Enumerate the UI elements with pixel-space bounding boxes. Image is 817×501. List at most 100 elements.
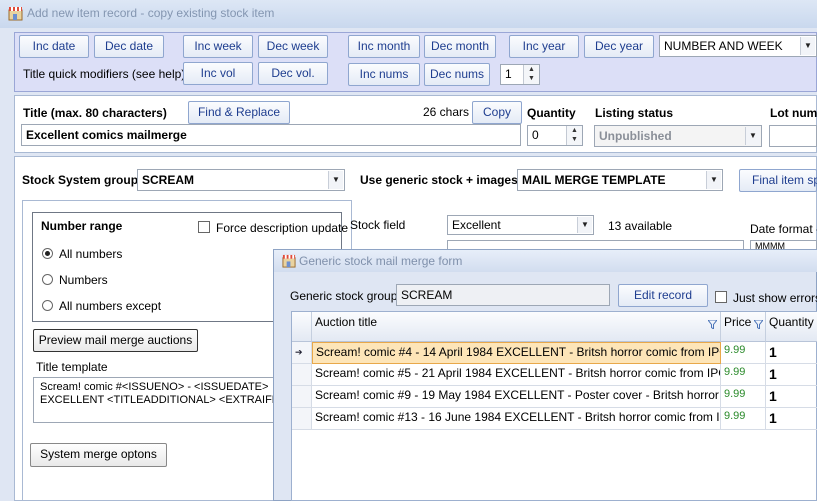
quantity-header-label: Quantity t [769, 315, 817, 329]
title-label: Title (max. 80 characters) [23, 106, 167, 120]
inc-year-button[interactable]: Inc year [509, 35, 579, 58]
just-show-errors-checkbox[interactable] [715, 291, 727, 303]
listing-status-label: Listing status [595, 106, 674, 120]
lot-number-input[interactable] [769, 125, 817, 147]
table-row-qty[interactable]: 1 [766, 408, 817, 430]
lot-number-label: Lot numb [770, 106, 817, 120]
generic-stock-label: Use generic stock + images [360, 173, 518, 187]
inc-date-button[interactable]: Inc date [19, 35, 89, 58]
filter-icon[interactable] [754, 320, 763, 329]
window-titlebar: Add new item record - copy existing stoc… [0, 0, 817, 28]
numbers-radio[interactable] [42, 274, 53, 285]
edit-record-button[interactable]: Edit record [618, 284, 708, 307]
spinner-arrows-icon[interactable]: ▲ ▼ [566, 126, 582, 145]
spinner-arrows-icon[interactable]: ▲ ▼ [523, 65, 539, 84]
generic-stock-value: MAIL MERGE TEMPLATE [522, 173, 666, 187]
chevron-down-icon: ▼ [745, 127, 760, 145]
dec-week-button[interactable]: Dec week [258, 35, 328, 58]
title-input[interactable]: Excellent comics mailmerge [21, 124, 521, 146]
table-row-qty[interactable]: 1 [766, 342, 817, 364]
table-row-price[interactable]: 9.99 [721, 408, 766, 430]
table-row-title[interactable]: Scream! comic #5 - 21 April 1984 EXCELLE… [312, 364, 721, 386]
inc-week-button[interactable]: Inc week [183, 35, 253, 58]
copy-button[interactable]: Copy [472, 101, 522, 124]
table-row-title[interactable]: Scream! comic #9 - 19 May 1984 EXCELLENT… [312, 386, 721, 408]
stock-field-value: Excellent [452, 218, 501, 232]
all-numbers-label: All numbers [59, 247, 123, 261]
row-indicator-header [292, 312, 312, 342]
generic-stock-select[interactable]: MAIL MERGE TEMPLATE ▼ [517, 169, 723, 191]
listing-status-value: Unpublished [599, 129, 672, 143]
quantity-value: 0 [532, 128, 539, 142]
preview-mail-merge-button[interactable]: Preview mail merge auctions [33, 329, 198, 352]
row-indicator[interactable] [292, 408, 312, 430]
quantity-spinner[interactable]: 0 ▲ ▼ [527, 125, 583, 146]
quick-modifiers-label: Title quick modifiers (see help) [23, 67, 186, 81]
table-row-price[interactable]: 9.99 [721, 342, 766, 364]
row-indicator[interactable] [292, 386, 312, 408]
chevron-down-icon: ▼ [577, 217, 592, 233]
title-format-value: NUMBER AND WEEK [664, 39, 783, 53]
price-header-label: Price [724, 315, 752, 329]
app-icon [282, 254, 296, 268]
available-count: 13 available [608, 219, 673, 233]
table-row-title[interactable]: Scream! comic #4 - 14 April 1984 EXCELLE… [312, 342, 721, 364]
row-indicator[interactable] [292, 364, 312, 386]
stock-group-value: SCREAM [142, 173, 195, 187]
table-row-title[interactable]: Scream! comic #13 - 16 June 1984 EXCELLE… [312, 408, 721, 430]
auction-title-header[interactable]: Auction title [312, 312, 721, 342]
char-count: 26 chars [423, 105, 470, 119]
stock-field-label: Stock field [350, 218, 406, 232]
numbers-label: Numbers [59, 273, 108, 287]
dec-vol-button[interactable]: Dec vol. [258, 62, 328, 85]
dialog-title: Generic stock mail merge form [299, 254, 463, 268]
step-spinner[interactable]: 1 ▲ ▼ [500, 64, 540, 85]
dec-date-button[interactable]: Dec date [94, 35, 164, 58]
stock-field-select[interactable]: Excellent ▼ [447, 215, 594, 235]
date-format-label: Date format - [750, 222, 817, 236]
quantity-label: Quantity [527, 106, 576, 120]
force-update-checkbox[interactable] [198, 221, 210, 233]
chevron-down-icon: ▼ [706, 171, 721, 189]
inc-month-button[interactable]: Inc month [348, 35, 420, 58]
price-header[interactable]: Price [721, 312, 766, 342]
just-show-errors-label: Just show errors [733, 291, 817, 305]
title-template-textarea[interactable]: Scream! comic #<ISSUENO> - <ISSUEDATE> E… [33, 377, 278, 423]
title-format-select[interactable]: NUMBER AND WEEK ▼ [659, 35, 817, 57]
template-line-2: EXCELLENT <TITLEADDITIONAL> <EXTRAIFRO [40, 394, 278, 406]
chevron-down-icon: ▼ [328, 171, 343, 189]
final-item-spec-button[interactable]: Final item sp [739, 169, 817, 192]
inc-nums-button[interactable]: Inc nums [348, 63, 420, 86]
dialog-titlebar: Generic stock mail merge form [274, 250, 817, 272]
dec-month-button[interactable]: Dec month [424, 35, 496, 58]
dec-year-button[interactable]: Dec year [584, 35, 654, 58]
auction-title-header-label: Auction title [315, 315, 378, 329]
app-icon [8, 7, 23, 21]
auction-grid: Auction title Price Quantity t ➔ Scream!… [291, 311, 817, 501]
template-line-1: Scream! comic #<ISSUENO> - <ISSUEDATE> [40, 381, 269, 393]
filter-icon[interactable] [708, 320, 717, 329]
force-update-label: Force description update [216, 221, 349, 235]
listing-status-select[interactable]: Unpublished ▼ [594, 125, 762, 147]
step-value: 1 [505, 67, 512, 81]
dec-nums-button[interactable]: Dec nums [424, 63, 490, 86]
table-row-price[interactable]: 9.99 [721, 364, 766, 386]
table-row-qty[interactable]: 1 [766, 386, 817, 408]
quantity-header[interactable]: Quantity t [766, 312, 817, 342]
table-row-price[interactable]: 9.99 [721, 386, 766, 408]
find-replace-button[interactable]: Find & Replace [188, 101, 290, 124]
stock-group-select[interactable]: SCREAM ▼ [137, 169, 345, 191]
all-numbers-except-radio[interactable] [42, 300, 53, 311]
table-row-qty[interactable]: 1 [766, 364, 817, 386]
generic-group-input[interactable]: SCREAM [396, 284, 610, 306]
generic-group-label: Generic stock group [290, 289, 398, 303]
stock-group-label: Stock System group [22, 173, 139, 187]
number-range-title: Number range [41, 219, 123, 233]
all-numbers-radio[interactable] [42, 248, 53, 259]
system-merge-options-button[interactable]: System merge optons [30, 443, 167, 467]
all-numbers-except-label: All numbers except [59, 299, 162, 313]
inc-vol-button[interactable]: Inc vol [183, 62, 253, 85]
row-indicator[interactable]: ➔ [292, 342, 312, 364]
window-title: Add new item record - copy existing stoc… [27, 6, 275, 20]
chevron-down-icon: ▼ [800, 37, 815, 55]
